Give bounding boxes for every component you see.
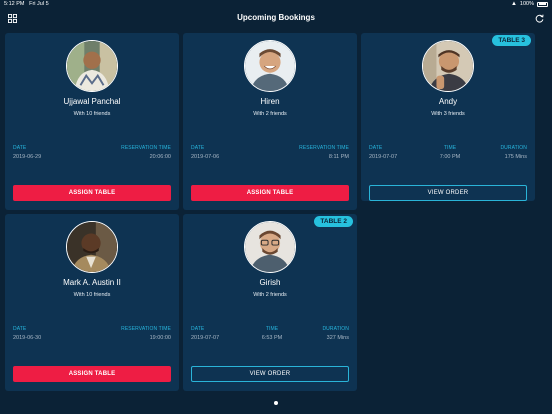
date-column: DATE 2019-06-29 — [13, 145, 41, 160]
battery-percent: 100% — [519, 1, 534, 7]
date-label: DATE — [191, 145, 205, 151]
reservation-time-column: RESERVATION TIME 20:06:00 — [121, 145, 171, 160]
time-label: TIME — [265, 326, 279, 332]
duration-value: 327 Mins — [326, 335, 349, 341]
booking-info: DATE 2019-06-30 RESERVATION TIME 19:00:0… — [13, 326, 171, 342]
booking-card: Mark A. Austin II With 10 friends DATE 2… — [5, 214, 179, 391]
duration-label: DURATION — [322, 326, 349, 332]
avatar — [66, 221, 118, 273]
status-right: ▲ 100% — [511, 1, 548, 7]
duration-column: DURATION 327 Mins — [322, 326, 349, 341]
reservation-time-label: RESERVATION TIME — [121, 326, 171, 332]
date-label: DATE — [191, 326, 205, 332]
view-order-button[interactable]: VIEW ORDER — [191, 366, 349, 382]
date-column: DATE 2019-06-30 — [13, 326, 41, 341]
view-order-button[interactable]: VIEW ORDER — [369, 185, 527, 201]
date-value: 2019-06-30 — [13, 335, 42, 341]
friends-count: With 10 friends — [73, 111, 111, 117]
time-column: TIME 6:53 PM — [257, 326, 287, 341]
booking-card: Hiren With 2 friends DATE 2019-07-06 RES… — [183, 33, 357, 210]
guest-name: Ujjawal Panchal — [63, 97, 121, 106]
booking-card: TABLE 3 Andy With 3 friends DATE 2019-07… — [361, 33, 535, 201]
time-value: 7:00 PM — [439, 154, 461, 160]
table-badge: TABLE 2 — [314, 216, 353, 227]
assign-table-button[interactable]: ASSIGN TABLE — [13, 185, 171, 201]
date-value: 2019-07-06 — [191, 154, 220, 160]
friends-count: With 3 friends — [431, 111, 465, 117]
reservation-time-value: 8:11 PM — [328, 154, 349, 160]
duration-value: 175 Mins — [504, 154, 527, 160]
time-column: TIME 7:00 PM — [435, 145, 465, 160]
friends-count: With 10 friends — [73, 292, 111, 298]
duration-label: DURATION — [500, 145, 527, 151]
reservation-time-value: 19:00:00 — [149, 335, 171, 341]
battery-icon — [537, 1, 548, 7]
date-value: 2019-07-07 — [369, 154, 398, 160]
guest-name: Girish — [259, 278, 281, 287]
date-label: DATE — [13, 326, 27, 332]
date-value: 2019-07-07 — [191, 335, 220, 341]
guest-name: Andy — [438, 97, 458, 106]
status-left: 5:12 PM Fri Jul 5 — [4, 1, 49, 7]
page-title: Upcoming Bookings — [237, 13, 315, 22]
reservation-time-column: RESERVATION TIME 8:11 PM — [299, 145, 349, 160]
booking-info: DATE 2019-07-07 TIME 7:00 PM DURATION 17… — [369, 145, 527, 161]
status-time: 5:12 PM — [4, 1, 25, 7]
avatar — [66, 40, 118, 92]
reservation-time-column: RESERVATION TIME 19:00:00 — [121, 326, 171, 341]
duration-column: DURATION 175 Mins — [500, 145, 527, 160]
avatar — [244, 221, 296, 273]
date-column: DATE 2019-07-07 — [369, 145, 397, 160]
reservation-time-value: 20:06:00 — [149, 154, 171, 160]
time-label: TIME — [443, 145, 457, 151]
booking-card: Ujjawal Panchal With 10 friends DATE 201… — [5, 33, 179, 210]
friends-count: With 2 friends — [253, 111, 287, 117]
date-value: 2019-06-29 — [13, 154, 42, 160]
status-date: Fri Jul 5 — [29, 1, 49, 7]
guest-name: Mark A. Austin II — [63, 278, 121, 287]
friends-count: With 2 friends — [253, 292, 287, 298]
assign-table-button[interactable]: ASSIGN TABLE — [13, 366, 171, 382]
status-bar: 5:12 PM Fri Jul 5 ▲ 100% — [0, 0, 552, 9]
date-column: DATE 2019-07-07 — [191, 326, 219, 341]
refresh-icon[interactable] — [535, 14, 544, 23]
table-badge: TABLE 3 — [492, 35, 531, 46]
date-label: DATE — [369, 145, 383, 151]
nav-bar: Upcoming Bookings — [0, 9, 552, 29]
booking-card: TABLE 2 Girish With 2 friends DATE 2019-… — [183, 214, 357, 391]
assign-table-button[interactable]: ASSIGN TABLE — [191, 185, 349, 201]
reservation-time-label: RESERVATION TIME — [121, 145, 171, 151]
date-label: DATE — [13, 145, 27, 151]
booking-info: DATE 2019-07-06 RESERVATION TIME 8:11 PM — [191, 145, 349, 161]
date-column: DATE 2019-07-06 — [191, 145, 219, 160]
booking-info: DATE 2019-07-07 TIME 6:53 PM DURATION 32… — [191, 326, 349, 342]
reservation-time-label: RESERVATION TIME — [299, 145, 349, 151]
time-value: 6:53 PM — [261, 335, 283, 341]
page-indicator-dot[interactable] — [274, 401, 278, 405]
avatar — [244, 40, 296, 92]
booking-info: DATE 2019-06-29 RESERVATION TIME 20:06:0… — [13, 145, 171, 161]
guest-name: Hiren — [260, 97, 280, 106]
wifi-icon: ▲ — [510, 1, 517, 7]
avatar — [422, 40, 474, 92]
